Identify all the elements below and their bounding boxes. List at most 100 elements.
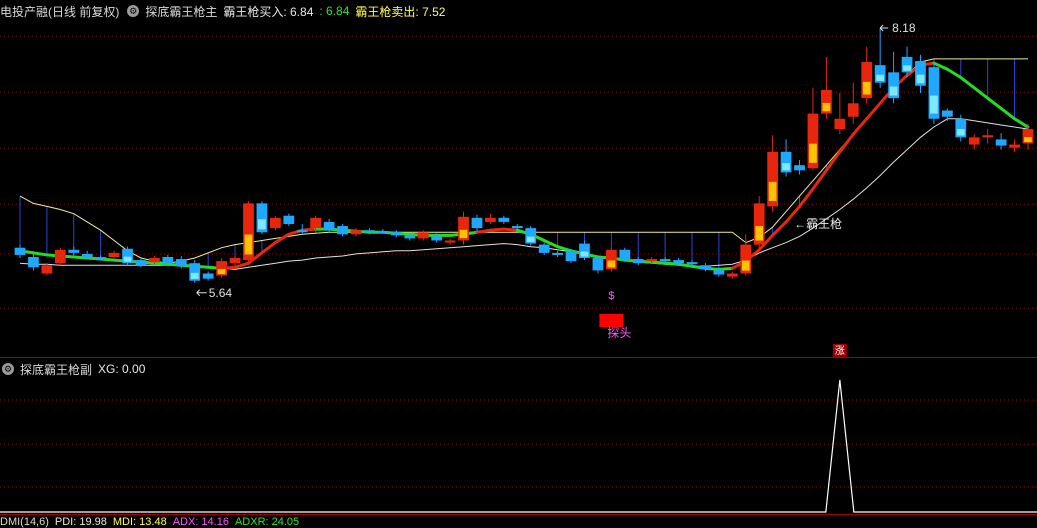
candle-body <box>700 265 711 270</box>
candle-body <box>565 250 577 262</box>
candle-body <box>149 258 160 263</box>
ma-line-segment <box>663 261 681 266</box>
candle-highlight <box>889 86 898 96</box>
candle-highlight <box>244 234 253 255</box>
ma-line-segment <box>677 262 694 268</box>
ma-line-segment <box>851 117 869 136</box>
candle-highlight <box>903 65 911 71</box>
xg-subplot <box>0 379 1037 513</box>
candle-body <box>982 135 994 138</box>
candle-body <box>95 256 107 259</box>
ma-line-segment <box>99 257 116 262</box>
candle-highlight <box>956 128 965 136</box>
candle-body <box>417 232 429 239</box>
candle-highlight <box>607 260 616 268</box>
candle-body <box>108 252 120 257</box>
candle-body <box>229 258 241 264</box>
candle-body <box>162 256 174 264</box>
candle-body <box>81 253 93 257</box>
candles <box>14 28 1034 283</box>
annotations: 8.18 5.64 ←霸王枪 $ 探头 涨 <box>196 21 916 357</box>
ma-line-segment <box>999 106 1017 121</box>
low-arrow <box>196 289 207 297</box>
candle-body <box>552 252 563 255</box>
candle-body <box>592 258 604 271</box>
candle-highlight <box>782 163 790 171</box>
indicator-lines <box>18 58 1030 271</box>
candle-body <box>14 247 26 255</box>
candle-body <box>68 249 80 253</box>
candle-body <box>726 273 738 277</box>
candle-highlight <box>190 272 199 279</box>
tantou-label: 探头 <box>607 326 631 340</box>
candle-body <box>444 240 456 243</box>
candle-body <box>538 244 550 253</box>
candle-body <box>296 230 308 233</box>
candle-body <box>686 262 698 265</box>
candle-body <box>968 137 980 145</box>
ma-line-segment <box>488 227 506 232</box>
candle-body <box>350 230 362 235</box>
candle-body <box>175 259 187 267</box>
candle-body <box>941 110 953 117</box>
ma-line-segment <box>300 227 318 232</box>
candle-body <box>659 259 671 262</box>
candle-highlight <box>809 143 817 163</box>
candle-highlight <box>526 236 535 243</box>
zhang-label: 涨 <box>835 345 845 357</box>
ma-line-segment <box>717 266 734 271</box>
candle-body <box>323 221 335 231</box>
candle-body <box>646 259 658 262</box>
candle-body <box>632 259 644 264</box>
candle-body <box>834 118 846 130</box>
candle-body <box>337 226 348 235</box>
xg-signal-line <box>0 379 1037 513</box>
ma-line-segment <box>986 96 1003 110</box>
candle-highlight <box>741 260 750 271</box>
candle-body <box>794 165 805 171</box>
candle-body <box>269 217 281 229</box>
candle-highlight <box>755 226 764 241</box>
candlestick-chart[interactable]: 8.18 5.64 ←霸王枪 $ 探头 涨 <box>0 0 1037 525</box>
ma-line-segment <box>959 76 976 90</box>
candle-body <box>471 217 483 229</box>
candle-body <box>202 273 214 279</box>
candle-body <box>41 265 53 274</box>
candle-body <box>673 260 684 264</box>
ma-line-segment <box>502 227 519 232</box>
candle-body <box>511 226 523 229</box>
low-marker: 5.64 <box>209 286 233 300</box>
candle-body <box>364 230 375 233</box>
ma-line-segment <box>650 260 667 265</box>
ma-line-segment <box>865 101 882 121</box>
candle-highlight <box>876 74 885 81</box>
ma-line-segment <box>838 132 855 154</box>
ma-line-segment <box>771 220 788 237</box>
dollar-marker: $ <box>608 290 614 302</box>
candle-body <box>995 139 1007 146</box>
candle-highlight <box>1024 137 1032 143</box>
candle-highlight <box>822 102 831 112</box>
candle-body <box>713 269 725 275</box>
candle-body <box>498 217 510 222</box>
candle-body <box>619 249 631 261</box>
high-arrow <box>879 24 889 32</box>
ma-line-segment <box>798 187 815 208</box>
candle-highlight <box>916 74 925 84</box>
candle-highlight <box>459 229 468 239</box>
ma-line-segment <box>824 150 842 172</box>
candle-body <box>404 235 416 239</box>
line-label: ←霸王枪 <box>794 216 842 231</box>
high-marker: 8.18 <box>892 21 916 35</box>
ma-line-segment <box>475 228 492 234</box>
candle-highlight <box>862 81 871 95</box>
ma-line-segment <box>31 251 49 257</box>
candle-highlight <box>217 269 226 275</box>
candle-body <box>390 232 402 236</box>
candle-body <box>283 215 295 224</box>
candle-body <box>1009 144 1020 148</box>
white-support-line <box>19 118 1029 270</box>
candle-body <box>847 103 859 117</box>
ma-line-segment <box>233 261 250 269</box>
ma-line-segment <box>260 241 277 255</box>
